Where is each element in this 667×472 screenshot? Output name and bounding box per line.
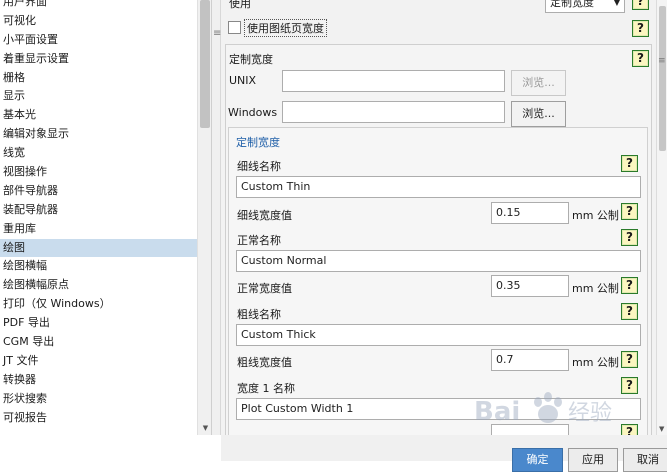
help-icon-thin-name[interactable]: ? xyxy=(621,155,638,172)
category-item[interactable]: 小平面设置 xyxy=(0,31,197,50)
category-list-scrollbar[interactable]: ▼ xyxy=(197,0,211,435)
settings-content-panel: 使用 定制宽度 ▼ ? 使用图纸页宽度 ? 定制宽度 ? UNIX 浏览... … xyxy=(221,0,656,435)
thin-unit-label: mm 公制 xyxy=(572,209,619,222)
category-item[interactable]: 部件导航器 xyxy=(0,182,197,201)
content-scrollbar[interactable]: ≡ ▼ xyxy=(656,0,667,435)
windows-label: Windows xyxy=(228,106,278,119)
chevron-down-icon: ▼ xyxy=(613,0,620,7)
thin-width-label: 细线宽度值 xyxy=(237,209,292,222)
category-item[interactable]: 栅格 xyxy=(0,69,197,88)
normal-unit-label: mm 公制 xyxy=(572,282,619,295)
use-select-value: 定制宽度 xyxy=(550,0,594,9)
help-icon-use[interactable]: ? xyxy=(632,0,649,10)
apply-button[interactable]: 应用 xyxy=(568,448,618,472)
help-icon-normal-name[interactable]: ? xyxy=(621,229,638,246)
help-icon-thick-name[interactable]: ? xyxy=(621,303,638,320)
unix-label: UNIX xyxy=(229,74,257,87)
category-item[interactable]: 打印（仅 Windows） xyxy=(0,295,197,314)
category-item[interactable]: 转换器 xyxy=(0,371,197,390)
normal-width-label: 正常宽度值 xyxy=(237,282,292,295)
normal-name-input[interactable]: Custom Normal xyxy=(236,250,641,272)
category-item[interactable]: 编辑对象显示 xyxy=(0,125,197,144)
thick-name-label: 粗线名称 xyxy=(237,308,281,321)
thin-name-label: 细线名称 xyxy=(237,160,281,173)
unix-path-input[interactable] xyxy=(282,70,505,92)
thin-name-input[interactable]: Custom Thin xyxy=(236,176,641,198)
category-item[interactable]: 绘图 xyxy=(0,238,197,258)
ok-button[interactable]: 确定 xyxy=(512,448,563,472)
category-item[interactable]: 基本光 xyxy=(0,106,197,125)
category-item[interactable]: CGM 导出 xyxy=(0,333,197,352)
panel-splitter[interactable]: ≡ xyxy=(212,0,221,435)
help-icon-normal-width[interactable]: ? xyxy=(621,277,638,294)
custom-width-group-title: 定制宽度 xyxy=(236,136,280,149)
help-icon-thick-width[interactable]: ? xyxy=(621,351,638,368)
category-item[interactable]: PDF 导出 xyxy=(0,314,197,333)
category-item[interactable]: 可视报告 xyxy=(0,409,197,428)
width1-width-input[interactable] xyxy=(491,424,569,435)
help-icon-custom-width[interactable]: ? xyxy=(632,50,649,67)
custom-width-section-label: 定制宽度 xyxy=(229,53,273,66)
category-item[interactable]: 可视化 xyxy=(0,12,197,31)
help-icon-paper-width[interactable]: ? xyxy=(632,20,649,37)
category-item[interactable]: 装配导航器 xyxy=(0,201,197,220)
category-item[interactable]: 形状搜索 xyxy=(0,390,197,409)
scroll-down-arrow-icon[interactable]: ▼ xyxy=(659,425,664,433)
width1-name-label: 宽度 1 名称 xyxy=(237,382,295,395)
use-select[interactable]: 定制宽度 ▼ xyxy=(545,0,625,13)
thick-width-label: 粗线宽度值 xyxy=(237,356,292,369)
normal-width-input[interactable]: 0.35 xyxy=(491,275,569,297)
category-item[interactable]: 绘图横幅 xyxy=(0,257,197,276)
use-paper-width-label: 使用图纸页宽度 xyxy=(244,19,327,37)
category-item[interactable]: 绘图横幅原点 xyxy=(0,276,197,295)
category-item[interactable]: 视图操作 xyxy=(0,163,197,182)
category-item[interactable]: 线宽 xyxy=(0,144,197,163)
thick-width-input[interactable]: 0.7 xyxy=(491,349,569,371)
help-icon-thin-width[interactable]: ? xyxy=(621,203,638,220)
use-label: 使用 xyxy=(229,0,251,10)
windows-browse-button[interactable]: 浏览... xyxy=(511,101,566,127)
cancel-button[interactable]: 取消 xyxy=(623,448,667,472)
category-item[interactable]: JT 文件 xyxy=(0,352,197,371)
use-paper-width-checkbox[interactable] xyxy=(228,21,241,34)
scrollbar-thumb[interactable] xyxy=(200,0,210,128)
help-icon-width1-name[interactable]: ? xyxy=(621,377,638,394)
scroll-down-arrow-icon[interactable]: ▼ xyxy=(198,424,211,432)
width1-name-input[interactable]: Plot Custom Width 1 xyxy=(236,398,641,420)
category-list: 用户界面 可视化 小平面设置 着重显示设置 栅格 显示 基本光 编辑对象显示 线宽 视图操作 部件导… xyxy=(0,0,197,427)
unix-browse-button[interactable]: 浏览... xyxy=(511,70,566,96)
thick-unit-label: mm 公制 xyxy=(572,356,619,369)
category-item[interactable]: 着重显示设置 xyxy=(0,50,197,69)
scrollbar-grip-icon: ≡ xyxy=(658,56,666,66)
normal-name-label: 正常名称 xyxy=(237,234,281,247)
thin-width-input[interactable]: 0.15 xyxy=(491,202,569,224)
category-item[interactable]: 显示 xyxy=(0,87,197,106)
category-item[interactable]: 用户界面 xyxy=(0,0,197,12)
category-tree-panel: 用户界面 可视化 小平面设置 着重显示设置 栅格 显示 基本光 编辑对象显示 线宽 视图操作 部件导… xyxy=(0,0,212,435)
thick-name-input[interactable]: Custom Thick xyxy=(236,324,641,346)
scrollbar-thumb[interactable] xyxy=(659,6,666,151)
windows-path-input[interactable] xyxy=(282,101,505,123)
category-item[interactable]: 重用库 xyxy=(0,220,197,239)
help-icon-width1-width[interactable]: ? xyxy=(621,424,638,435)
